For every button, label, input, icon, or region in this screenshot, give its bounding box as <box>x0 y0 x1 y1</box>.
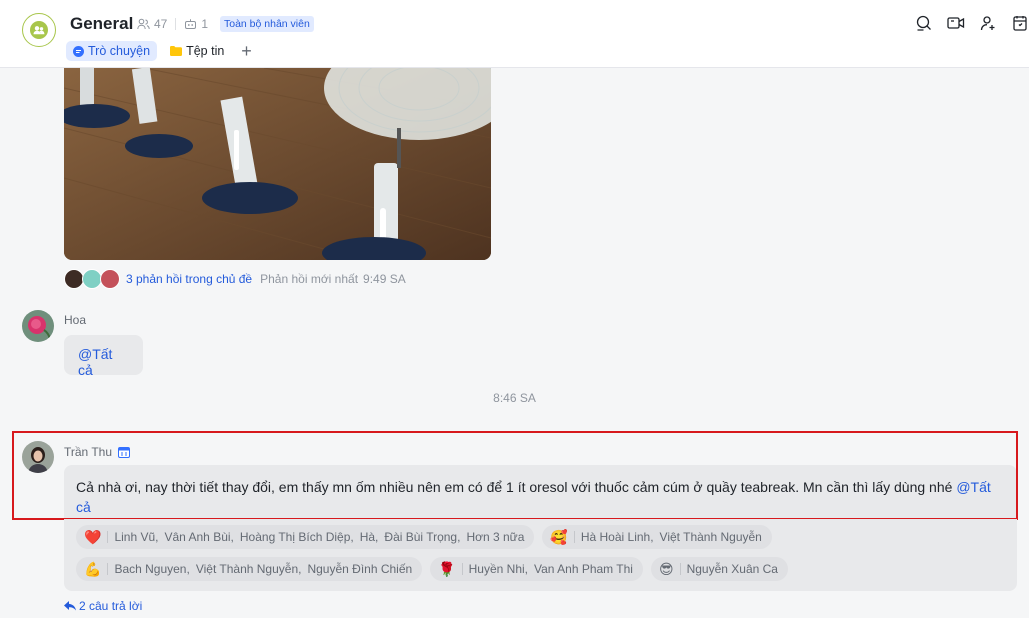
replies-count: 2 câu trả lời <box>79 599 143 613</box>
woman-avatar-image <box>22 441 54 473</box>
sender-name[interactable]: Hoa <box>64 313 86 327</box>
reactor-name[interactable]: Việt Thành Nguyễn <box>660 530 762 544</box>
reactor-name[interactable]: Hà Hoài Linh, <box>581 530 654 544</box>
group-icon <box>30 21 48 39</box>
message-bubble[interactable]: Cả nhà ơi, nay thời tiết thay đổi, em th… <box>64 465 1017 519</box>
reactor-name[interactable]: Van Anh Pham Thi <box>534 562 633 576</box>
tab-files-label: Tệp tin <box>186 44 225 58</box>
flexed-biceps-icon: 💪 <box>84 561 102 577</box>
meta-divider <box>175 18 177 30</box>
reactor-name[interactable]: Việt Thành Nguyễn, <box>196 562 302 576</box>
tab-chat-label: Trò chuyện <box>88 44 151 58</box>
tab-files[interactable]: Tệp tin <box>163 41 231 61</box>
chat-header: General 47 1 Toàn bộ nhân viên Trò chuyệ… <box>0 0 1029 68</box>
add-member-button[interactable] <box>979 14 997 32</box>
search-chat-button[interactable] <box>915 14 933 32</box>
message-image[interactable] <box>64 68 491 260</box>
members-icon[interactable] <box>137 18 150 30</box>
reaction-chip[interactable]: 💪 Bach Nguyen, Việt Thành Nguyễn, Nguyễn… <box>76 557 423 581</box>
thread-replies-link[interactable]: 3 phản hồi trong chủ đề <box>126 272 252 286</box>
chip-divider <box>461 563 463 575</box>
mention-all-continued[interactable]: cả <box>76 499 91 515</box>
reactor-name[interactable]: Vân Anh Bùi, <box>164 530 233 544</box>
bots-count: 1 <box>201 17 209 31</box>
members-count: 47 <box>154 17 168 31</box>
calendar-icon <box>1013 16 1027 31</box>
reaction-chip[interactable]: 😎 Nguyễn Xuân Ca <box>650 557 788 581</box>
reactor-name[interactable]: Linh Vũ, <box>114 530 158 544</box>
replier-avatar <box>82 269 102 289</box>
video-camera-icon <box>947 17 965 29</box>
replies-link[interactable]: 2 câu trả lời <box>64 599 142 613</box>
reactor-name[interactable]: Hà, <box>360 530 379 544</box>
chat-tabs: Trò chuyện Tệp tin + <box>66 41 252 61</box>
mention-all[interactable]: @Tất cả <box>78 346 112 378</box>
bot-icon[interactable] <box>184 18 197 30</box>
rose-icon: 🌹 <box>438 561 456 577</box>
reaction-chip[interactable]: 🥰 Hà Hoài Linh, Việt Thành Nguyễn <box>542 525 772 549</box>
reactor-name[interactable]: Bach Nguyen, <box>114 562 189 576</box>
reaction-chip[interactable]: 🌹 Huyền Nhi, Van Anh Pham Thi <box>430 557 643 581</box>
replier-avatar <box>100 269 120 289</box>
avatar-tran-thu[interactable] <box>22 441 54 473</box>
thread-latest-time: 9:49 SA <box>363 272 406 286</box>
reply-arrow-icon <box>64 601 76 611</box>
photo-fans-image <box>64 68 491 260</box>
love-face-icon: 🥰 <box>550 529 568 545</box>
reactions-row: 💪 Bach Nguyen, Việt Thành Nguyễn, Nguyễn… <box>76 557 788 581</box>
reactor-name[interactable]: Đài Bùi Trọng, <box>384 530 460 544</box>
group-title: General <box>70 14 134 33</box>
add-tab-button[interactable]: + <box>241 42 252 60</box>
chip-divider <box>573 531 575 543</box>
chip-divider <box>107 531 109 543</box>
chat-bubble-icon <box>73 45 84 57</box>
more-button[interactable] <box>1011 14 1029 32</box>
reactor-name[interactable]: Nguyễn Đình Chiến <box>307 562 412 576</box>
reaction-chip[interactable]: ❤️ Linh Vũ, Vân Anh Bùi, Hoàng Thị Bích … <box>76 525 535 549</box>
replier-avatar <box>64 269 84 289</box>
heart-icon: ❤️ <box>84 529 102 545</box>
thread-summary[interactable]: 3 phản hồi trong chủ đề Phản hồi mới nhấ… <box>64 269 406 289</box>
scope-badge: Toàn bộ nhân viên <box>220 16 314 32</box>
sunglasses-face-icon: 😎 <box>658 561 674 577</box>
group-avatar[interactable] <box>22 13 56 47</box>
mention-all[interactable]: @Tất <box>956 479 990 495</box>
chip-divider <box>679 563 681 575</box>
sender-name-label: Trần Thu <box>64 445 113 459</box>
chip-divider <box>107 563 109 575</box>
message-text: Cả nhà ơi, nay thời tiết thay đổi, em th… <box>76 479 953 495</box>
tab-chat[interactable]: Trò chuyện <box>66 41 158 61</box>
reactor-name[interactable]: Hoàng Thị Bích Diệp, <box>240 530 354 544</box>
folder-icon <box>170 46 183 56</box>
thread-latest-label: Phản hồi mới nhất <box>260 272 359 286</box>
header-actions <box>915 14 1029 32</box>
group-meta: 47 1 <box>137 17 208 31</box>
reactions-row: ❤️ Linh Vũ, Vân Anh Bùi, Hoàng Thị Bích … <box>76 525 772 549</box>
message-feed[interactable]: 3 phản hồi trong chủ đề Phản hồi mới nhấ… <box>0 68 1029 618</box>
add-user-icon <box>980 16 995 31</box>
reactor-name[interactable]: Nguyễn Xuân Ca <box>687 562 778 576</box>
sender-name[interactable]: Trần Thu <box>64 445 131 459</box>
avatar-hoa[interactable] <box>22 310 54 342</box>
rose-avatar-image <box>22 310 54 342</box>
video-call-button[interactable] <box>947 14 965 32</box>
reactions-panel: ❤️ Linh Vũ, Vân Anh Bùi, Hoàng Thị Bích … <box>64 519 1017 591</box>
search-icon <box>916 15 931 31</box>
time-divider: 8:46 SA <box>493 391 536 405</box>
message-bubble[interactable]: @Tất cả <box>64 335 143 378</box>
reactor-name[interactable]: Huyền Nhi, <box>469 562 528 576</box>
calendar-status-icon <box>118 447 131 458</box>
more-reactors-link[interactable]: Hơn 3 nữa <box>466 530 524 544</box>
